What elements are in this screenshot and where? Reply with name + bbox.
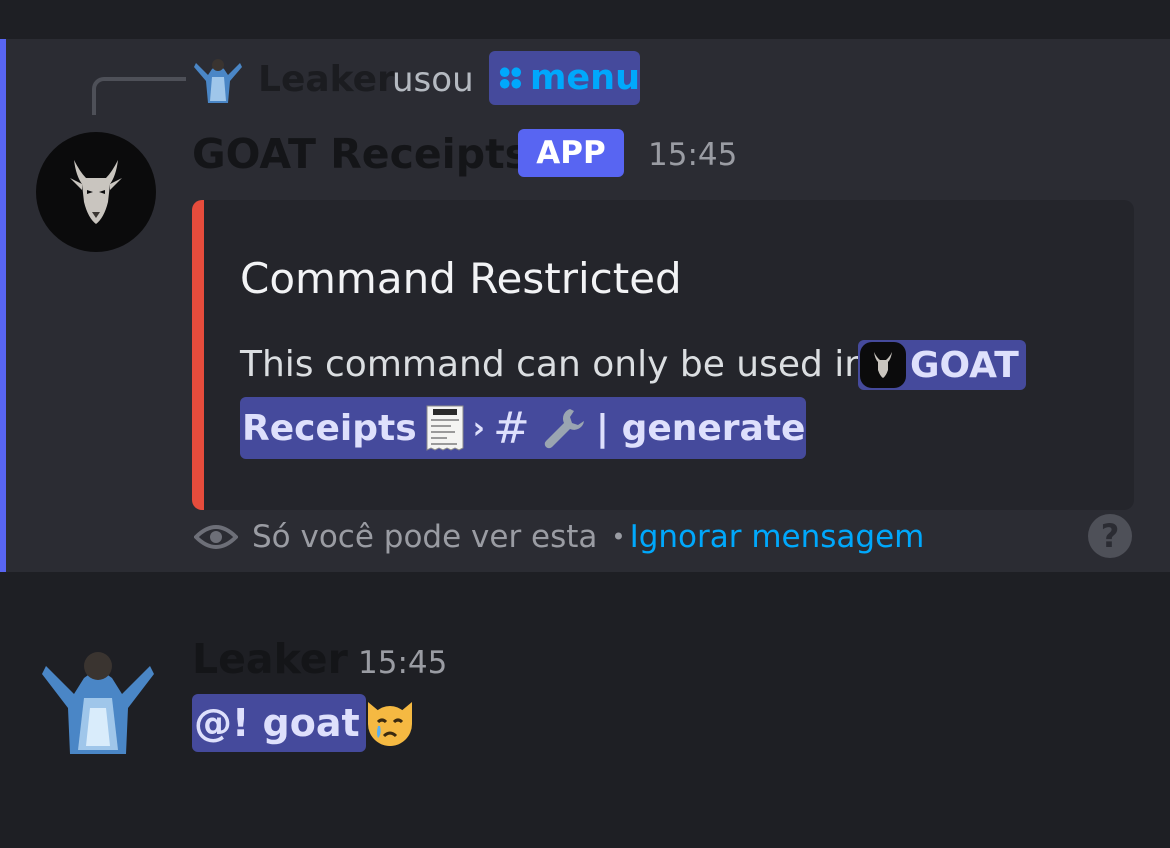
server-mention-pill[interactable]: GOAT [858, 340, 1026, 390]
server-name-part1: GOAT [910, 344, 1019, 386]
dismiss-message-link[interactable]: Ignorar mensagem [630, 519, 925, 555]
reply-connector [92, 77, 186, 115]
user-author[interactable]: Leaker [192, 632, 348, 686]
channel-name: | generate [595, 407, 806, 449]
ephemeral-footer: Só você pode ver esta • Ignorar mensagem [194, 515, 924, 559]
embed-accent-bar [192, 200, 204, 510]
server-name-part2: Receipts [242, 407, 417, 449]
user-mention[interactable]: @! goat [192, 694, 366, 752]
goat-avatar-icon [70, 160, 122, 224]
help-icon[interactable]: ? [1088, 514, 1132, 558]
user-timestamp: 15:45 [358, 645, 448, 681]
reply-command-label: menu [529, 58, 640, 98]
channel-mention-pill[interactable]: Receipts › # | generate [240, 397, 806, 459]
embed-card: Command Restricted This command can only… [192, 200, 1134, 510]
bot-timestamp: 15:45 [648, 137, 738, 173]
reply-verb: usou [392, 60, 474, 100]
jesus-avatar-icon[interactable] [192, 55, 244, 107]
channel-hash-icon: # [493, 402, 530, 454]
bot-author[interactable]: GOAT Receipts [192, 127, 529, 181]
highlight-bar [0, 39, 6, 572]
menu-command-icon [499, 67, 522, 89]
wrench-emoji-icon [544, 409, 584, 449]
embed-description: This command can only be used in [240, 344, 868, 385]
embed-title: Command Restricted [240, 254, 682, 303]
goat-avatar[interactable] [36, 132, 156, 252]
ephemeral-note: Só você pode ver esta [252, 519, 598, 555]
reply-author[interactable]: Leaker [258, 57, 395, 103]
crying-cat-emoji-icon [368, 702, 412, 746]
bot-message[interactable]: Leaker usou menu GOAT Receipts APP 15:45… [0, 39, 1170, 572]
top-strip [0, 0, 1170, 39]
app-badge: APP [518, 129, 624, 177]
receipt-emoji-icon [426, 405, 464, 451]
separator-dot: • [611, 523, 626, 551]
jesus-avatar-icon[interactable] [40, 638, 156, 762]
chevron-right-icon: › [472, 410, 486, 446]
goat-server-icon [860, 342, 906, 388]
reply-command-pill[interactable]: menu [489, 51, 640, 105]
eye-icon [194, 525, 238, 549]
